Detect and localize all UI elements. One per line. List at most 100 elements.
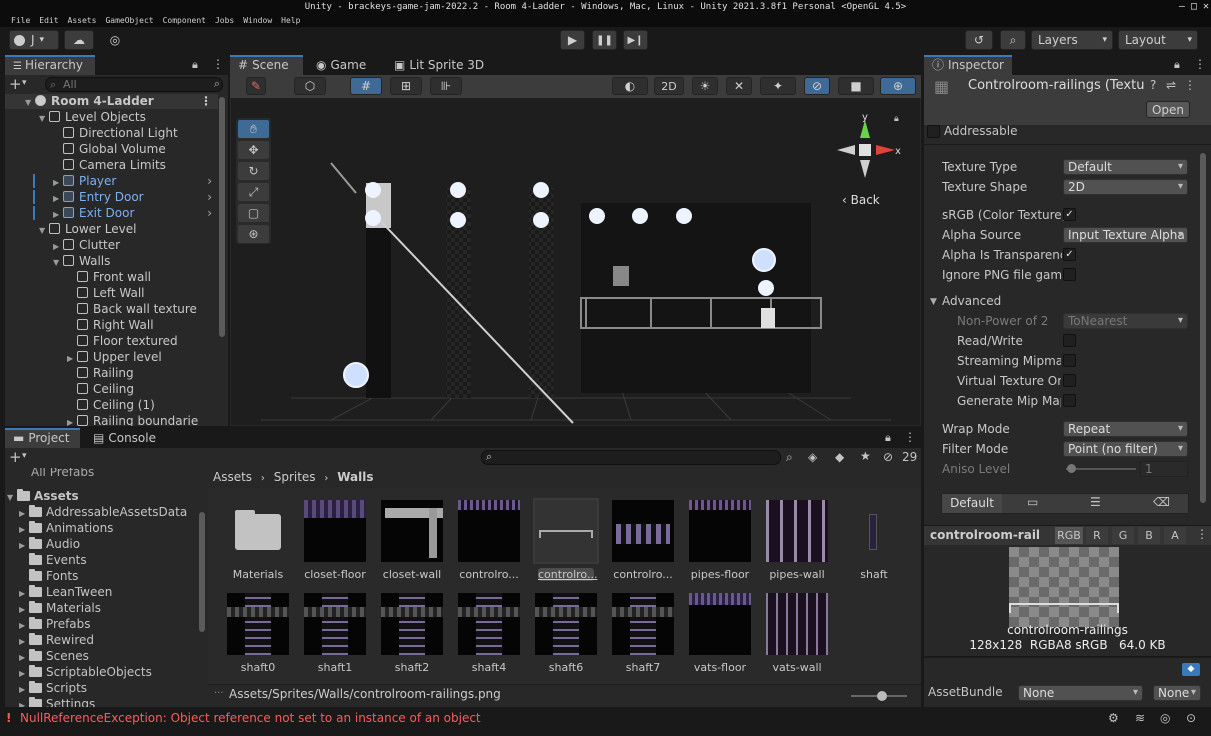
status-error-message[interactable]: NullReferenceException: Object reference… (20, 711, 481, 725)
asset-item[interactable]: shaft (838, 500, 910, 581)
asset-item[interactable]: vats-floor (684, 593, 756, 674)
tab-lit-sprite[interactable]: ▣ Lit Sprite 3D (386, 55, 486, 75)
lock-icon[interactable]: 🔒︎ (1174, 58, 1180, 72)
npot-dropdown[interactable]: ToNearest (1063, 313, 1188, 329)
tab-scene[interactable]: # Scene (230, 55, 303, 75)
assetbundle-dropdown[interactable]: None (1018, 685, 1143, 701)
hierarchy-item[interactable]: ▶ Upper level (5, 349, 218, 365)
collapse-arrow-icon[interactable]: ▶ (19, 698, 29, 707)
asset-item[interactable]: pipes-floor (684, 500, 756, 581)
project-folder-item[interactable]: Fonts (19, 568, 78, 584)
grid-snap-button[interactable]: # (350, 77, 382, 95)
thumbnail-size-slider[interactable] (851, 691, 907, 701)
advanced-foldout-arrow[interactable]: ▼ (930, 297, 937, 307)
visibility-button[interactable]: ⊘ (804, 77, 830, 95)
render-mode-button[interactable]: ⬡ (294, 77, 326, 95)
preset-icon[interactable]: ⇌ (1166, 78, 1176, 92)
lock-icon[interactable]: 🔒︎ (894, 114, 899, 124)
hierarchy-item[interactable]: ▼ Walls (5, 253, 218, 269)
menu-component[interactable]: Component (163, 14, 206, 27)
readwrite-checkbox[interactable] (1063, 334, 1076, 347)
debug-icon[interactable]: ⚙ (1108, 711, 1119, 725)
asset-item[interactable]: controlro... (530, 498, 602, 581)
chevron-right-icon[interactable]: › (207, 205, 212, 221)
gizmos-button[interactable]: ⊕ (880, 77, 916, 95)
hidden-packages-icon[interactable]: ⊘ (883, 450, 893, 464)
asset-item[interactable]: shaft6 (530, 593, 602, 674)
thumbnail-size-handle[interactable] (877, 691, 887, 701)
filter-mode-dropdown[interactable]: Point (no filter) (1063, 441, 1188, 457)
transform-tool-button[interactable]: ⊛ (238, 225, 269, 243)
more-icon[interactable]: ⋮ (212, 57, 224, 71)
aniso-value-field[interactable]: 1 (1140, 461, 1188, 477)
srgb-checkbox[interactable]: ✓ (1063, 208, 1076, 221)
project-folder-item[interactable]: ▶ Settings (19, 696, 95, 707)
cloud-button[interactable]: ☁ (64, 30, 94, 50)
monitor-icon[interactable]: ▭ (1027, 495, 1038, 509)
breadcrumb-walls[interactable]: Walls (337, 470, 373, 484)
lock-icon[interactable]: 🔒︎ (192, 58, 198, 72)
menu-edit[interactable]: Edit (39, 14, 58, 27)
wrap-mode-dropdown[interactable]: Repeat (1063, 421, 1188, 437)
add-icon[interactable]: + (9, 75, 22, 93)
hierarchy-item[interactable]: Ceiling (5, 381, 218, 397)
hierarchy-item[interactable]: Floor textured (5, 333, 218, 349)
scene-viewport[interactable]: x y ✋︎ ✥ ↻ ⤢ ▢ ⊛ ‹ Back 🔒︎ (231, 98, 920, 425)
aniso-slider-handle[interactable] (1067, 464, 1076, 473)
hierarchy-item[interactable]: ▼ Level Objects (5, 109, 218, 125)
asset-item[interactable]: controlro... (607, 500, 679, 581)
tab-inspector[interactable]: ⓘ Inspector (924, 55, 1012, 75)
hierarchy-item[interactable]: Ceiling (1) (5, 397, 218, 413)
account-button[interactable]: J ▾ (9, 30, 59, 50)
snap-increment-button[interactable]: ⊞ (390, 77, 422, 95)
hierarchy-search-input[interactable]: ⌕ All ⌕ (45, 77, 223, 92)
asset-item[interactable]: pipes-wall (761, 500, 833, 581)
search-button[interactable]: ⌕ (1000, 30, 1026, 50)
project-tree-scrollbar[interactable] (199, 512, 205, 632)
hierarchy-item[interactable]: Back wall texture (5, 301, 218, 317)
rect-tool-button[interactable]: ▢ (238, 204, 269, 222)
camera-button[interactable]: ■ (838, 77, 874, 95)
maximize-icon[interactable]: □ (1191, 0, 1197, 14)
asset-item[interactable]: closet-wall (376, 500, 448, 581)
channel-r-button[interactable]: R (1086, 527, 1108, 544)
hierarchy-item[interactable]: ▶ Player › (5, 173, 218, 189)
menu-assets[interactable]: Assets (68, 14, 97, 27)
hierarchy-item[interactable]: Front wall (5, 269, 218, 285)
texture-shape-dropdown[interactable]: 2D (1063, 179, 1188, 195)
asset-item[interactable]: shaft2 (376, 593, 448, 674)
audio-button[interactable]: ✕ (726, 77, 752, 95)
asset-item[interactable]: Materials (222, 500, 294, 581)
play-button[interactable]: ▶ (560, 30, 585, 50)
ignore-png-checkbox[interactable] (1063, 268, 1076, 281)
more-icon[interactable]: ⋮ (200, 94, 212, 109)
asset-item[interactable]: controlro... (453, 500, 525, 581)
collapse-arrow-icon[interactable]: ▶ (67, 415, 77, 426)
tag-icon[interactable]: ◆ (1182, 663, 1200, 676)
hierarchy-item[interactable]: ▶ Exit Door › (5, 205, 218, 221)
all-prefabs-item[interactable]: All Prefabs (31, 468, 94, 480)
asset-item[interactable]: shaft1 (299, 593, 371, 674)
hierarchy-item[interactable]: ▶ Railing boundarie (5, 413, 218, 426)
hierarchy-item[interactable]: ▶ Entry Door › (5, 189, 218, 205)
menu-jobs[interactable]: Jobs (215, 14, 234, 27)
step-button[interactable]: ▶❙ (623, 30, 648, 50)
project-folder-item[interactable]: ▶ Audio (19, 536, 80, 552)
channel-b-button[interactable]: B (1138, 527, 1160, 544)
project-folder-item[interactable]: Events (19, 552, 87, 568)
aniso-slider[interactable] (1066, 464, 1136, 473)
close-icon[interactable]: ✕ (1203, 0, 1209, 14)
channel-a-button[interactable]: A (1164, 527, 1186, 544)
add-icon[interactable]: + (9, 448, 22, 466)
alpha-source-dropdown[interactable]: Input Texture Alpha (1063, 227, 1188, 243)
generate-mipmap-checkbox[interactable] (1063, 394, 1076, 407)
hierarchy-item[interactable]: Directional Light (5, 125, 218, 141)
menu-help[interactable]: Help (281, 14, 300, 27)
move-tool-button[interactable]: ✥ (238, 141, 269, 159)
layers-dropdown[interactable]: Layers ▾ (1031, 30, 1113, 50)
tab-game[interactable]: ◉ Game (308, 55, 378, 75)
chevron-down-icon[interactable]: ▾ (22, 78, 27, 88)
platform-tab-default[interactable]: Default (942, 494, 1002, 513)
addressable-checkbox[interactable] (927, 125, 940, 138)
effects-button[interactable]: ✦ (760, 77, 796, 95)
